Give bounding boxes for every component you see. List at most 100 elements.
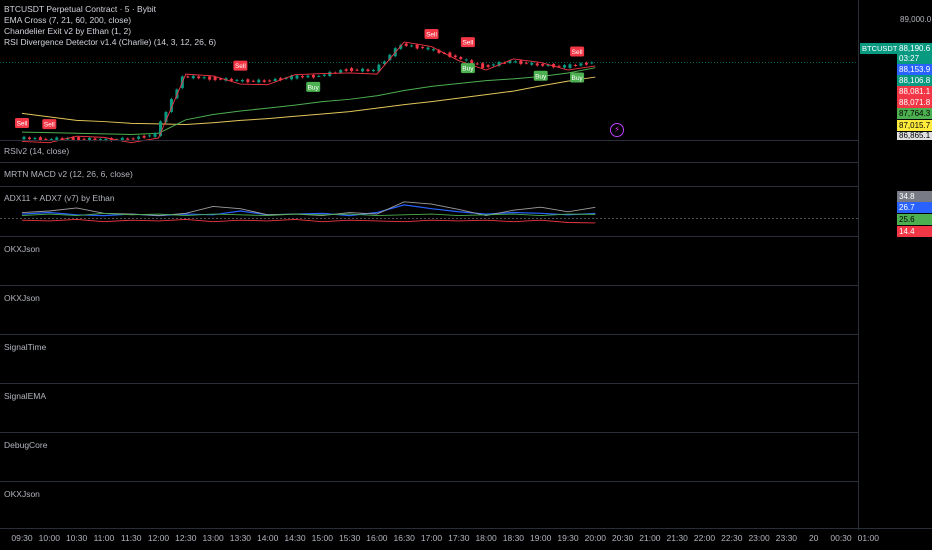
ema-60-price-tag: 87,764.3 — [897, 108, 932, 119]
time-tick-label: 18:00 — [475, 533, 497, 543]
lightning-alert-icon[interactable]: ⚡ — [610, 123, 624, 137]
sell-signal-label: Sell — [572, 49, 583, 56]
time-tick-label: 15:00 — [311, 533, 333, 543]
sell-signal-label: Sell — [426, 31, 437, 38]
candle-body — [563, 65, 567, 68]
candle-body — [344, 69, 348, 71]
pane-separator[interactable] — [0, 481, 858, 482]
pane-separator[interactable] — [0, 334, 858, 335]
candle-body — [584, 62, 588, 65]
time-tick-label: 22:30 — [721, 533, 743, 543]
buy-signal-label: Buy — [308, 84, 320, 91]
countdown-tag: 03:27 — [897, 53, 932, 64]
time-tick-label: 09:30 — [11, 533, 33, 543]
candle-body — [213, 76, 217, 81]
candle-body — [240, 79, 244, 82]
pane-separator[interactable] — [0, 140, 858, 141]
candle-body — [202, 77, 206, 79]
candle-body — [273, 78, 277, 82]
time-tick-label: 17:30 — [448, 533, 470, 543]
candle-body — [137, 136, 141, 139]
time-tick-label: 10:00 — [38, 533, 60, 543]
candle-body — [251, 80, 255, 82]
candle-body — [579, 63, 583, 66]
candle-body — [339, 70, 343, 73]
time-tick-label: 00:30 — [830, 533, 852, 543]
candle-body — [535, 63, 539, 66]
ema-60-line — [21, 67, 596, 135]
time-tick-label: 01:00 — [857, 533, 879, 543]
low-price-tag: 86,865.1 — [897, 132, 932, 140]
candle-body — [530, 62, 534, 65]
time-tick-label: 16:00 — [366, 533, 388, 543]
time-tick-label: 21:00 — [639, 533, 661, 543]
signal-ema-pane-label: SignalEMA — [4, 391, 47, 401]
price-chart[interactable]: Sell Sell Sell Buy Sell Sell Buy Buy Sell Buy — [0, 0, 858, 528]
sell-signal-label: Sell — [17, 120, 28, 127]
candle-body — [197, 76, 201, 79]
sell-signal-label: Sell — [44, 122, 55, 129]
pane-separator[interactable] — [0, 285, 858, 286]
candle-body — [300, 76, 304, 78]
buy-signal-label: Buy — [571, 75, 583, 82]
okx-json-pane-label: OKXJson — [4, 489, 40, 499]
time-tick-label: 20 — [808, 533, 819, 543]
candle-body — [191, 75, 195, 79]
time-tick-label: 19:30 — [557, 533, 579, 543]
time-tick-label: 20:30 — [611, 533, 634, 543]
candle-body — [459, 57, 463, 60]
candle-body — [148, 135, 152, 137]
candle-body — [464, 59, 468, 61]
candle-body — [426, 47, 430, 50]
candle-body — [519, 60, 523, 65]
pane-separator[interactable] — [0, 383, 858, 384]
candle-body — [27, 137, 31, 140]
candle-body — [229, 78, 233, 81]
ema-fast-price-tag: 88,153.9 — [897, 64, 932, 75]
time-tick-label: 11:30 — [120, 533, 142, 543]
candle-body — [590, 62, 594, 64]
buy-signal-label: Buy — [462, 66, 474, 73]
pane-separator[interactable] — [0, 432, 858, 433]
candle-body — [492, 64, 496, 66]
candle-body — [557, 65, 561, 67]
time-tick-label: 23:30 — [775, 533, 798, 543]
pane-separator[interactable] — [0, 186, 858, 187]
candle-body — [481, 63, 485, 68]
candle-body — [524, 62, 528, 64]
candle-body — [573, 65, 577, 67]
pane-separator[interactable] — [0, 236, 858, 237]
candle-body — [361, 68, 365, 72]
chandelier-exit-line — [21, 41, 596, 144]
signal-time-pane-label: SignalTime — [4, 342, 47, 352]
candle-body — [355, 69, 359, 71]
candle-body — [453, 55, 457, 58]
candle-body — [142, 135, 146, 138]
candle-body — [257, 79, 261, 83]
ema-200-price-tag: 87,015.7 — [897, 120, 932, 131]
candle-body — [432, 49, 435, 51]
pane-separator[interactable] — [0, 162, 858, 163]
candle-body — [350, 68, 354, 72]
candle-body — [153, 133, 157, 137]
time-tick-label: 22:00 — [693, 533, 716, 543]
candle-body — [186, 76, 190, 78]
candle-body — [568, 64, 572, 68]
time-tick-label: 23:00 — [748, 533, 770, 543]
chandelier-price-tag: 88,081.1 — [897, 86, 932, 97]
time-tick-label: 10:30 — [65, 533, 88, 543]
okx-json-pane-label: OKXJson — [4, 293, 40, 303]
candle-body — [235, 79, 239, 81]
symbol-price-tag[interactable]: BTCUSDT.P — [860, 43, 904, 54]
adx7-value-tag: 34.8 — [897, 191, 932, 202]
macd-pane-label: MRTN MACD v2 (12, 26, 6, close) — [4, 169, 133, 179]
sell-signal-label: Sell — [235, 63, 246, 70]
time-axis[interactable] — [0, 528, 932, 529]
candle-body — [475, 63, 479, 65]
time-tick-label: 11:00 — [93, 533, 115, 543]
ema-21-price-tag: 88,071.8 — [897, 97, 932, 108]
time-tick-label: 14:30 — [284, 533, 306, 543]
candle-body — [470, 60, 474, 64]
candle-body — [371, 69, 375, 72]
candle-body — [421, 47, 425, 49]
